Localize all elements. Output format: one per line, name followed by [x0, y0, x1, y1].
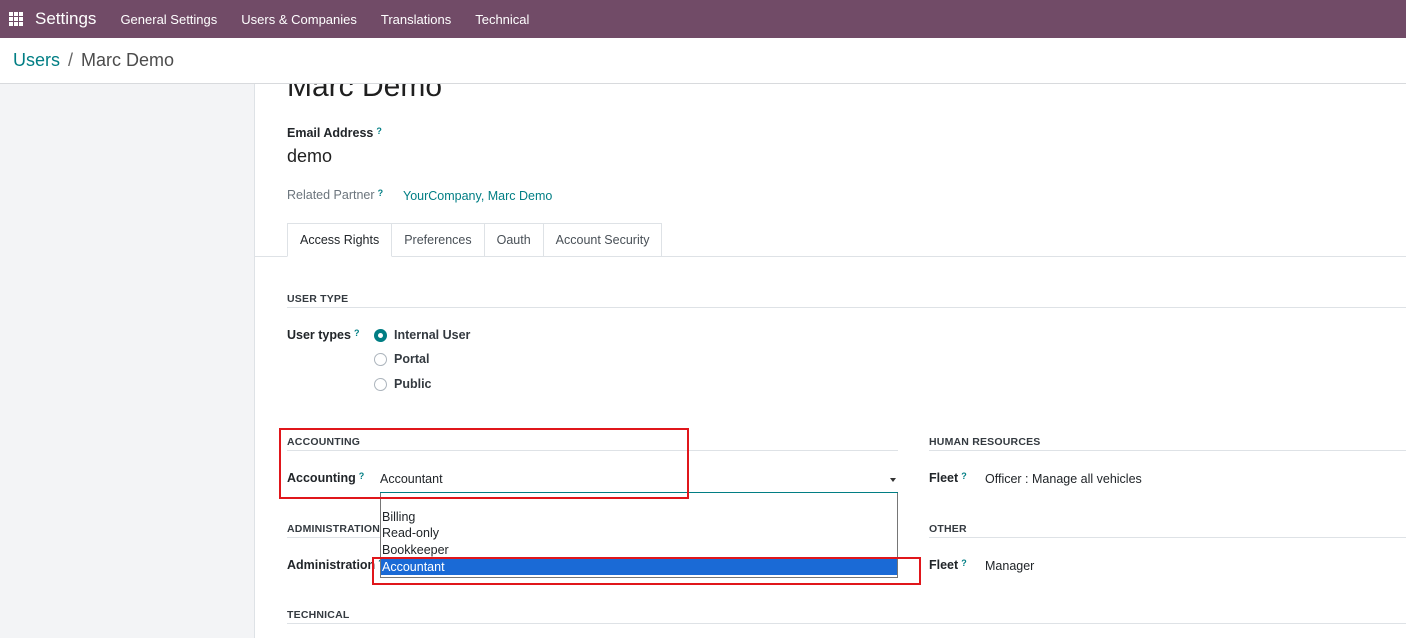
- tab-preferences[interactable]: Preferences: [392, 223, 485, 257]
- radio-unchecked-icon[interactable]: [374, 352, 387, 366]
- email-label: Email Address?: [287, 126, 382, 140]
- other-fleet-value[interactable]: Manager: [985, 559, 1034, 573]
- tab-account-security[interactable]: Account Security: [543, 223, 663, 257]
- related-partner-link[interactable]: YourCompany, Marc Demo: [403, 189, 552, 203]
- administration-label: Administration?: [287, 558, 384, 572]
- user-types-label: User types?: [287, 328, 359, 342]
- email-label-text: Email Address: [287, 126, 374, 140]
- radio-internal-user[interactable]: Internal User: [374, 328, 470, 342]
- radio-label: Public: [394, 377, 432, 391]
- technical-heading: TECHNICAL: [287, 609, 350, 621]
- breadcrumb-separator: /: [68, 50, 74, 70]
- user-name-title[interactable]: Marc Demo: [287, 84, 442, 104]
- radio-unchecked-icon[interactable]: [374, 377, 387, 391]
- option-billing[interactable]: Billing: [381, 509, 897, 525]
- administration-heading: ADMINISTRATION: [287, 523, 381, 535]
- top-navbar: Settings General Settings Users & Compan…: [0, 0, 1406, 38]
- menu-users-companies[interactable]: Users & Companies: [241, 12, 357, 27]
- radio-portal[interactable]: Portal: [374, 352, 429, 366]
- user-types-label-text: User types: [287, 328, 351, 342]
- left-background-pane: [0, 84, 255, 638]
- radio-label: Portal: [394, 352, 430, 366]
- hr-fleet-label: Fleet?: [929, 471, 967, 485]
- other-heading: OTHER: [929, 523, 967, 535]
- help-icon[interactable]: ?: [378, 188, 384, 198]
- radio-checked-icon[interactable]: [374, 328, 387, 342]
- email-field[interactable]: demo: [287, 146, 332, 167]
- administration-label-text: Administration: [287, 558, 376, 572]
- form-tabs: Access Rights Preferences Oauth Account …: [287, 223, 663, 257]
- breadcrumb-current: Marc Demo: [81, 50, 175, 70]
- tab-access-rights[interactable]: Access Rights: [287, 223, 393, 257]
- other-fleet-label: Fleet?: [929, 558, 967, 572]
- help-icon[interactable]: ?: [961, 558, 967, 568]
- user-type-heading: USER TYPE: [287, 293, 349, 305]
- breadcrumb-users-link[interactable]: Users: [13, 50, 60, 71]
- menu-technical[interactable]: Technical: [475, 12, 529, 27]
- menu-general-settings[interactable]: General Settings: [120, 12, 217, 27]
- help-icon[interactable]: ?: [961, 471, 967, 481]
- breadcrumb: Users / Marc Demo: [0, 38, 1406, 84]
- section-divider: [287, 307, 1406, 308]
- section-divider: [929, 450, 1406, 451]
- form-sheet: Marc Demo Email Address? demo Related Pa…: [255, 84, 1406, 638]
- section-divider: [929, 537, 1406, 538]
- hr-fleet-label-text: Fleet: [929, 471, 959, 485]
- apps-grid-icon[interactable]: [9, 12, 23, 26]
- related-partner-label: Related Partner?: [287, 188, 383, 202]
- section-divider: [287, 623, 1406, 624]
- other-fleet-label-text: Fleet: [929, 558, 959, 572]
- human-resources-heading: HUMAN RESOURCES: [929, 436, 1041, 448]
- menu-translations[interactable]: Translations: [381, 12, 451, 27]
- highlight-box-accountant-option: [372, 557, 921, 585]
- tab-oauth[interactable]: Oauth: [484, 223, 544, 257]
- radio-public[interactable]: Public: [374, 377, 432, 391]
- option-bookkeeper[interactable]: Bookkeeper: [381, 542, 897, 558]
- option-read-only[interactable]: Read-only: [381, 525, 897, 541]
- hr-fleet-value[interactable]: Officer : Manage all vehicles: [985, 472, 1142, 486]
- related-partner-label-text: Related Partner: [287, 188, 375, 202]
- radio-label: Internal User: [394, 328, 471, 342]
- highlight-box-accounting: [279, 428, 689, 499]
- caret-down-icon[interactable]: [890, 478, 896, 482]
- app-name[interactable]: Settings: [35, 9, 96, 29]
- help-icon[interactable]: ?: [354, 328, 360, 338]
- help-icon[interactable]: ?: [376, 126, 382, 136]
